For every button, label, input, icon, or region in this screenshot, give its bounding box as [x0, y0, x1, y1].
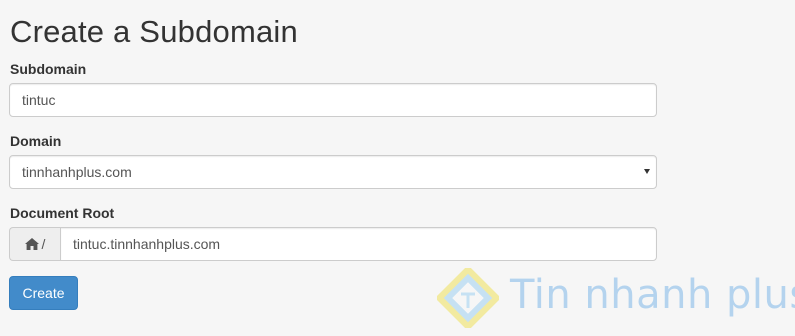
watermark: Tin nhanh plus: [437, 268, 795, 328]
document-root-input[interactable]: tintuc.tinnhanhplus.com: [60, 227, 657, 261]
caret-down-icon: [644, 169, 650, 174]
create-button[interactable]: Create: [9, 276, 78, 310]
document-root-prefix: /: [41, 236, 46, 252]
subdomain-label: Subdomain: [10, 61, 87, 77]
domain-select[interactable]: tinnhanhplus.com: [9, 155, 657, 189]
domain-select-value: tinnhanhplus.com: [22, 164, 132, 180]
document-root-label: Document Root: [10, 205, 115, 221]
subdomain-input[interactable]: tintuc: [9, 83, 657, 117]
document-root-group: / tintuc.tinnhanhplus.com: [9, 227, 657, 261]
document-root-addon: /: [9, 227, 60, 261]
watermark-logo-icon: [437, 268, 499, 328]
domain-label: Domain: [10, 133, 62, 149]
watermark-text: Tin nhanh plus: [510, 272, 795, 318]
home-icon: [24, 238, 39, 250]
create-subdomain-page: Create a Subdomain Subdomain tintuc Doma…: [0, 0, 795, 336]
page-title: Create a Subdomain: [10, 14, 298, 49]
